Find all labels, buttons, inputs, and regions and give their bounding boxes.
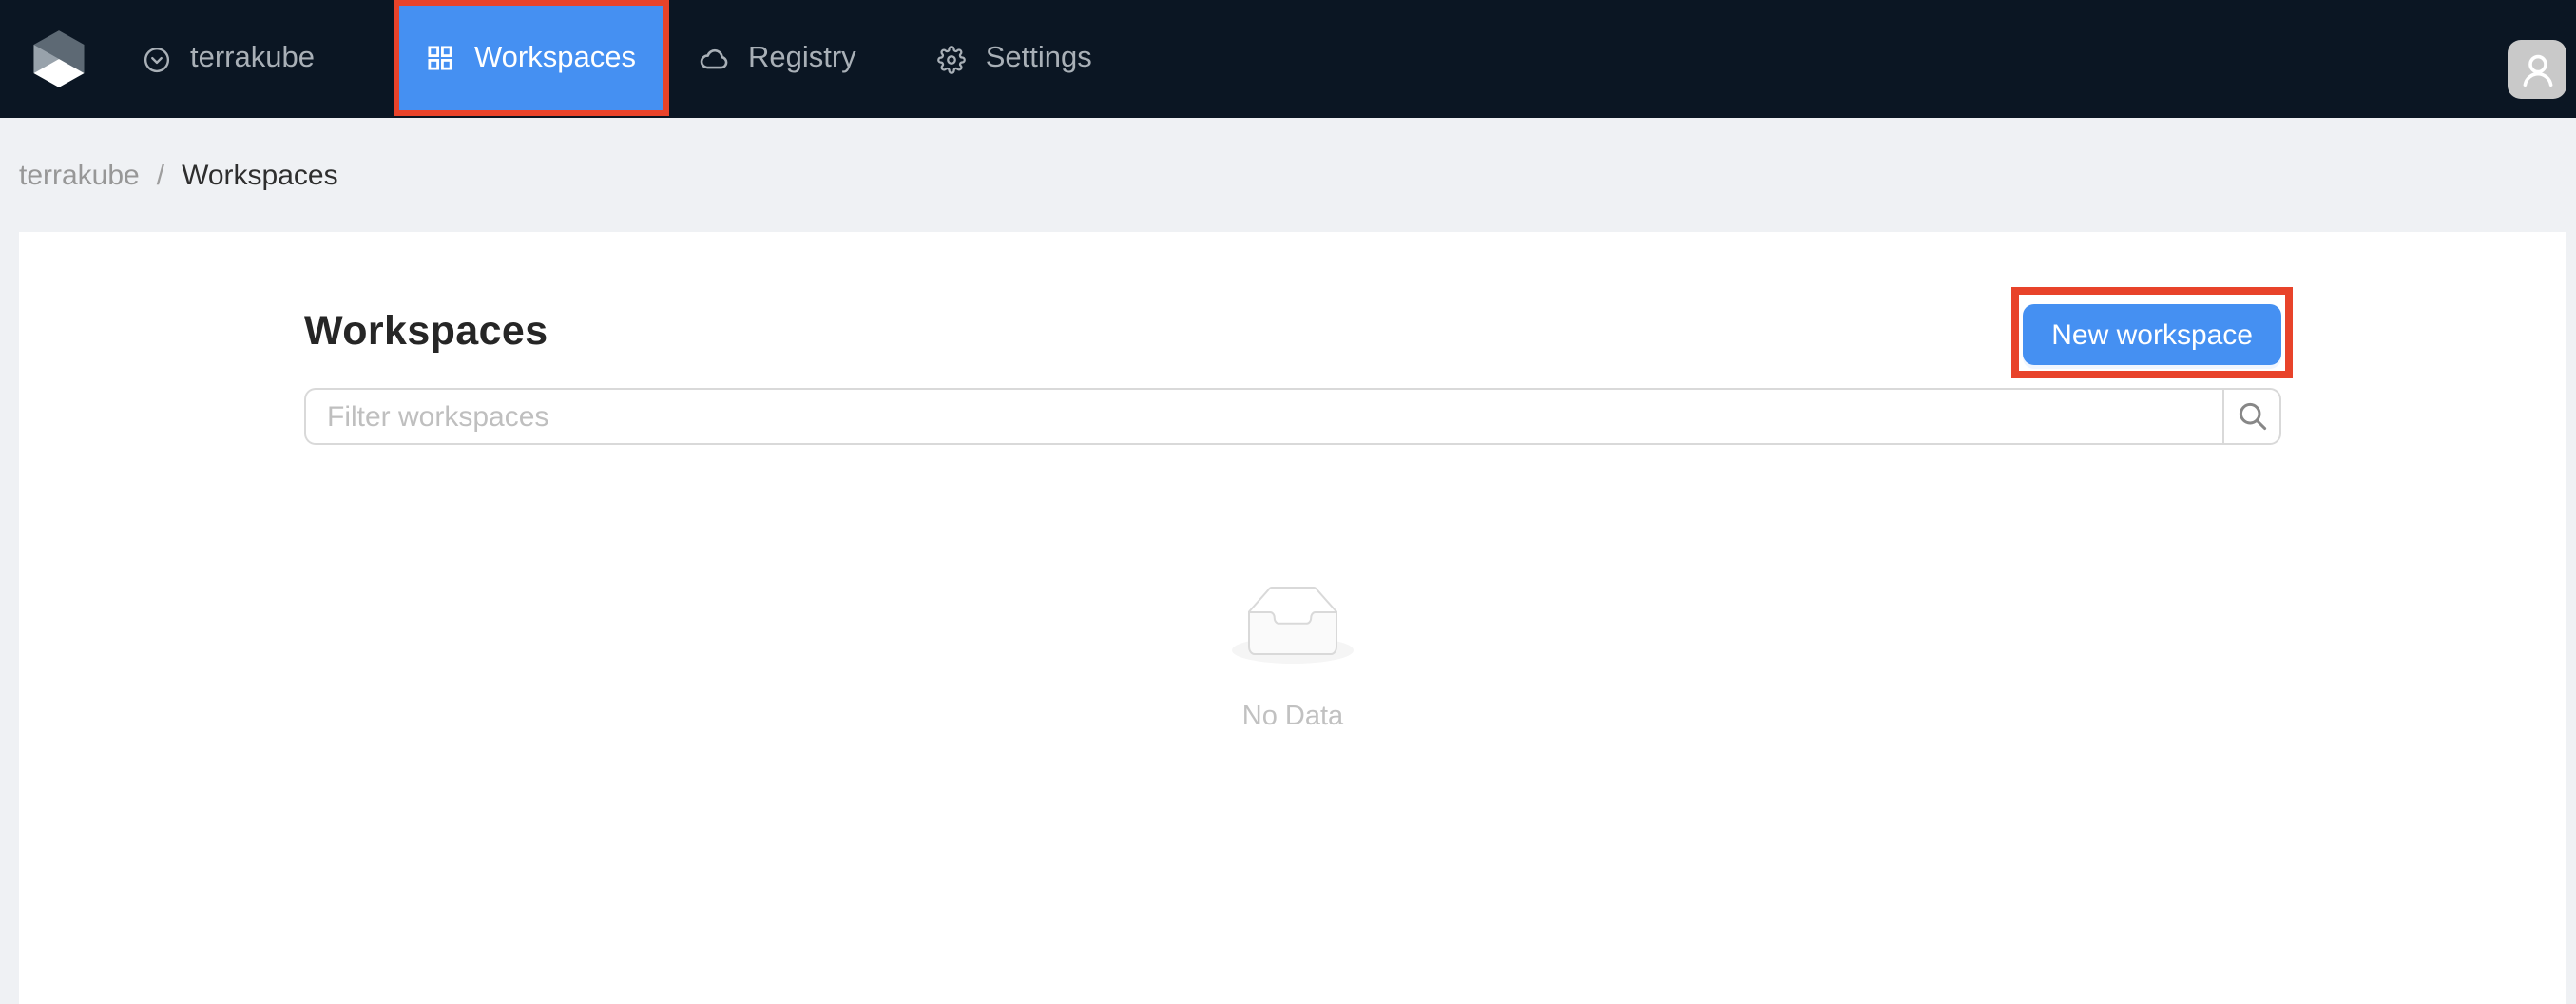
cloud-icon [701,48,729,70]
terrakube-hexagon-logo[interactable] [27,27,91,91]
empty-state-text: No Data [304,702,2281,732]
tab-registry-label: Registry [748,42,856,76]
tab-workspaces-label: Workspaces [474,41,636,75]
content-container: Workspaces New workspace [304,232,2281,732]
tab-settings-label: Settings [986,42,1092,76]
annotation-box-workspaces-tab: Workspaces [394,0,670,116]
hexagon-cube-icon [27,27,91,91]
search-button[interactable] [2222,388,2281,445]
empty-state: No Data [304,586,2281,732]
tab-settings[interactable]: Settings [894,0,1130,118]
empty-inbox-icon [1232,586,1354,664]
search-icon [2237,401,2267,432]
user-icon [2518,50,2556,88]
user-avatar[interactable] [2508,40,2566,99]
tab-workspaces[interactable]: Workspaces [400,6,664,110]
org-selector[interactable]: terrakube [143,0,355,118]
workspaces-header-row: Workspaces New workspace [304,287,2281,378]
breadcrumb-item-workspaces: Workspaces [182,159,338,191]
workspace-filter-row [304,388,2281,445]
content-card: Workspaces New workspace [19,232,2566,1004]
app-root: terrakube Workspaces [0,0,2576,1004]
page-title: Workspaces [304,305,548,360]
new-workspace-button[interactable]: New workspace [2023,304,2281,365]
filter-workspaces-input[interactable] [304,388,2222,445]
down-circle-icon [143,45,171,73]
annotation-box-new-workspace: New workspace [2011,287,2293,378]
breadcrumb-item-terrakube[interactable]: terrakube [19,159,140,191]
breadcrumb: terrakube / Workspaces [0,118,2576,232]
org-label: terrakube [190,42,315,76]
breadcrumb-separator: / [157,159,164,191]
main-menu: terrakube Workspaces [143,0,1130,118]
tab-registry[interactable]: Registry [670,0,894,118]
top-navbar: terrakube Workspaces [0,0,2576,118]
gear-icon [938,45,967,73]
appstore-grid-icon [429,46,453,70]
